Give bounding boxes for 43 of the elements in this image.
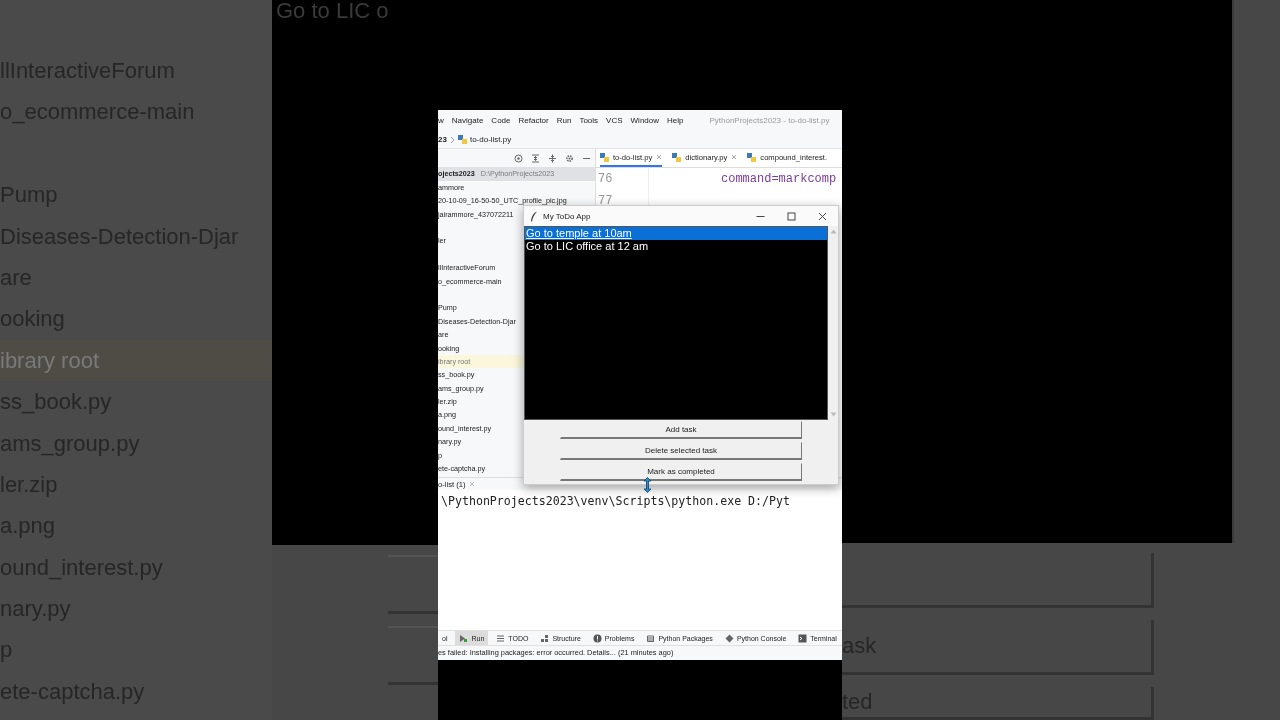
- feather-icon: [530, 210, 538, 222]
- window-title: My ToDo App: [543, 211, 591, 221]
- target-icon: [514, 153, 523, 163]
- menu-item[interactable]: Help: [667, 115, 684, 125]
- python-file-icon: [747, 152, 757, 162]
- breadcrumb-item[interactable]: 23: [438, 135, 447, 145]
- menu-item[interactable]: Tools: [579, 115, 599, 125]
- run-icon: [459, 633, 469, 643]
- close-icon: [469, 481, 476, 488]
- python-file-icon: [600, 152, 609, 162]
- settings-icon: [565, 153, 574, 163]
- line-number: 76: [596, 168, 649, 191]
- code-line: command=markcomp: [721, 172, 837, 187]
- action-button[interactable]: Add task: [560, 421, 802, 439]
- menu-item[interactable]: Code: [491, 115, 511, 125]
- breadcrumb-item[interactable]: to-do-list.py: [469, 135, 512, 145]
- menu-item[interactable]: VCS: [606, 115, 623, 125]
- resize-cursor-icon: [643, 477, 652, 493]
- window-title: PythonProjects2023 - to-do-list.py: [709, 115, 830, 125]
- menu-item[interactable]: Run: [556, 115, 572, 125]
- task-item[interactable]: Go to temple at 10am: [525, 227, 827, 240]
- package-icon: [646, 633, 656, 643]
- task-item[interactable]: Go to LIC office at 12 am: [525, 240, 827, 253]
- python-file-icon: [672, 152, 682, 162]
- action-button[interactable]: Delete selected task: [560, 442, 802, 460]
- list-icon: [496, 633, 506, 643]
- task-text: Go to LIC o: [275, 0, 390, 22]
- python-file-icon: [457, 135, 467, 145]
- maximize-icon: [787, 211, 796, 221]
- close-icon: [818, 211, 827, 221]
- structure-icon: [540, 633, 550, 643]
- menu-item[interactable]: Navigate: [451, 115, 484, 125]
- menu-item[interactable]: Window: [630, 115, 659, 125]
- collapse-icon: [548, 153, 557, 163]
- scroll-up-icon: [829, 229, 837, 234]
- menu-item[interactable]: Refactor: [518, 115, 549, 125]
- chevron-icon: [449, 135, 455, 144]
- scroll-down-icon: [829, 412, 837, 417]
- diamond-icon: [724, 633, 734, 643]
- expand-icon: [531, 153, 540, 163]
- console-line: \PythonProjects2023\venv\Scripts\python.exe D:/Pyt: [440, 494, 791, 509]
- menu-item[interactable]: w: [438, 115, 444, 125]
- action-button[interactable]: Mark as completed: [560, 463, 802, 481]
